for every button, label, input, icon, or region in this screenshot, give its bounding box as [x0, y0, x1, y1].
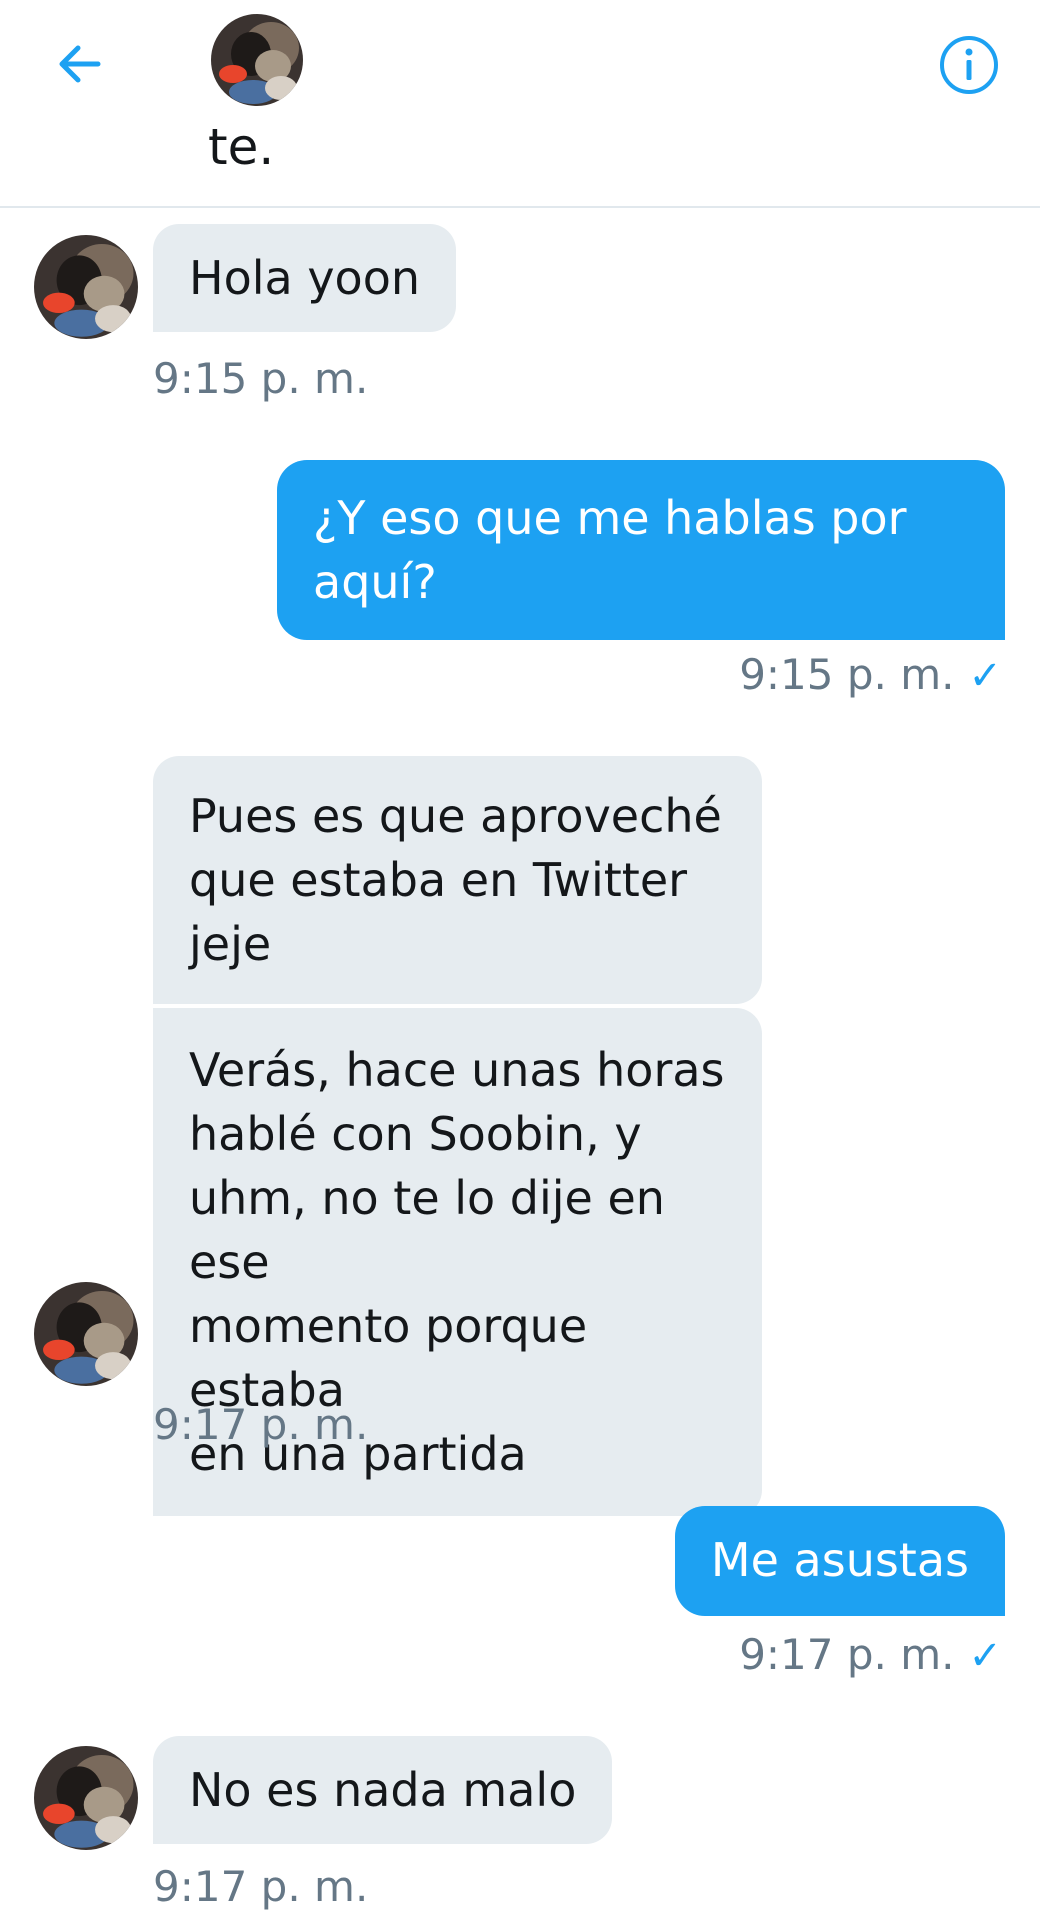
message-timestamp: 9:15 p. m. [153, 354, 369, 403]
outgoing-message-bubble[interactable]: Me asustas [674, 1506, 1005, 1616]
message-timestamp: 9:17 p. m. [153, 1400, 369, 1449]
contact-avatar[interactable] [211, 14, 303, 106]
sender-avatar[interactable] [34, 235, 138, 339]
checkmark-icon: ✓ [968, 1633, 1002, 1679]
dm-conversation-screen: te. Hola yoon 9:15 p. m. ¿Y eso que me h… [0, 0, 1040, 1920]
incoming-message-bubble[interactable]: Pues es que aproveché que estaba en Twit… [153, 756, 762, 1004]
conversation-info-button[interactable] [938, 34, 1000, 96]
message-timestamp: 9:17 p. m. [153, 1862, 369, 1911]
back-button[interactable] [50, 34, 110, 94]
message-status: 9:15 p. m. ✓ [739, 650, 1002, 699]
message-timestamp: 9:17 p. m. [739, 1630, 955, 1679]
outgoing-message-bubble[interactable]: ¿Y eso que me hablas por aquí? [277, 460, 1005, 640]
info-icon [940, 36, 998, 94]
arrow-left-icon [59, 45, 101, 83]
contact-name[interactable]: te. [208, 118, 274, 176]
message-timestamp: 9:15 p. m. [739, 650, 955, 699]
checkmark-icon: ✓ [968, 653, 1002, 699]
sender-avatar[interactable] [34, 1746, 138, 1850]
sender-avatar[interactable] [34, 1282, 138, 1386]
incoming-message-bubble[interactable]: No es nada malo [153, 1736, 613, 1844]
conversation-header: te. [0, 0, 1040, 208]
message-status: 9:17 p. m. ✓ [739, 1630, 1002, 1679]
incoming-message-bubble[interactable]: Hola yoon [153, 224, 456, 332]
